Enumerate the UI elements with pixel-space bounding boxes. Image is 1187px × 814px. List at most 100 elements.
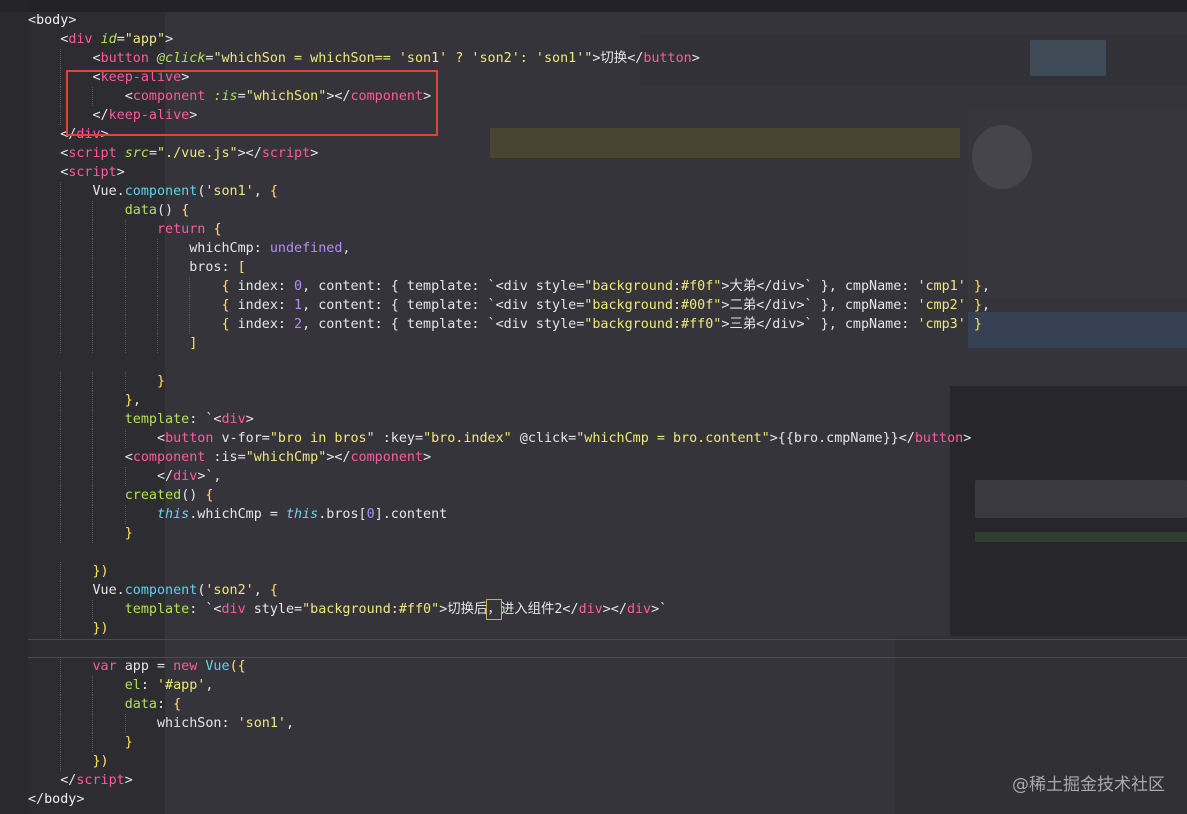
code-token: >三弟</div>` }, cmpName:	[721, 317, 918, 332]
code-token: component	[350, 450, 424, 465]
code-line[interactable]: { index: 0, content: { template: `<div s…	[28, 277, 990, 296]
code-token: ,	[981, 298, 990, 313]
code-token: "background:#f0f"	[584, 279, 722, 294]
code-token: body	[44, 792, 77, 807]
code-line[interactable]	[28, 638, 990, 657]
code-token: >	[124, 773, 133, 788]
code-token: >`	[651, 602, 668, 617]
code-token: id	[100, 32, 117, 47]
code-line[interactable]: <component :is="whichCmp"></component>	[28, 448, 990, 467]
indent-guide	[92, 429, 94, 448]
indent-guide	[92, 220, 94, 239]
code-line[interactable]: }	[28, 372, 990, 391]
code-token: div	[173, 469, 198, 484]
indent-guide	[60, 467, 62, 486]
code-line[interactable]	[28, 353, 990, 372]
code-line[interactable]: ]	[28, 334, 990, 353]
code-line[interactable]: }	[28, 733, 990, 752]
indent-guide	[60, 68, 62, 87]
code-line[interactable]: })	[28, 619, 990, 638]
code-line[interactable]: data() {	[28, 201, 990, 220]
indent-guide	[124, 505, 127, 524]
code-token: @click=	[511, 431, 577, 446]
code-line[interactable]: <button @click="whichSon = whichSon== 's…	[28, 49, 990, 68]
code-line[interactable]: data: {	[28, 695, 990, 714]
indent-guide	[124, 258, 127, 277]
code-token: [	[237, 260, 246, 275]
code-line[interactable]: bros: [	[28, 258, 990, 277]
code-line[interactable]: <button v-for="bro in bros" :key="bro.in…	[28, 429, 990, 448]
code-line[interactable]: </script>	[28, 771, 990, 790]
indent-guide	[124, 220, 127, 239]
indent-guide	[92, 486, 94, 505]
code-line[interactable]: Vue.component('son2', {	[28, 581, 990, 600]
code-token: </	[28, 792, 45, 807]
code-line[interactable]: return {	[28, 220, 990, 239]
indent-guide	[92, 410, 94, 429]
code-line[interactable]: <script>	[28, 163, 990, 182]
code-line[interactable]: </div>`,	[28, 467, 990, 486]
code-token: >	[691, 51, 700, 66]
code-line[interactable]: })	[28, 562, 990, 581]
code-token: template	[124, 602, 190, 617]
code-token: this	[157, 507, 190, 522]
indent-guide	[92, 201, 94, 220]
code-token: "background:#00f"	[584, 298, 722, 313]
code-token: this	[286, 507, 319, 522]
code-token: >	[68, 13, 77, 28]
code-token: >切换后	[439, 602, 488, 617]
code-token: var	[92, 659, 117, 674]
indent-guide	[60, 600, 62, 619]
code-line[interactable]: template: `<div>	[28, 410, 990, 429]
code-token: ,	[285, 716, 295, 731]
code-line[interactable]: },	[28, 391, 990, 410]
code-line[interactable]: template: `<div style="background:#ff0">…	[28, 599, 990, 620]
code-line[interactable]: <script src="./vue.js"></script>	[28, 144, 990, 163]
code-line[interactable]: created() {	[28, 486, 990, 505]
indent-guide	[60, 429, 62, 448]
indent-guide	[60, 220, 62, 239]
code-line[interactable]: whichSon: 'son1',	[28, 714, 990, 733]
indent-guide	[124, 714, 127, 733]
code-token: script	[261, 146, 311, 161]
code-line[interactable]: </body>	[28, 790, 990, 809]
code-line[interactable]: })	[28, 752, 990, 771]
code-token: >	[245, 412, 254, 427]
code-token: ></	[326, 450, 351, 465]
code-line[interactable]: <div id="app">	[28, 30, 990, 49]
code-token: >{{bro.cmpName}}</	[769, 431, 915, 446]
code-token: undefined	[269, 241, 343, 256]
indent-guide	[60, 676, 62, 695]
code-line[interactable]: Vue.component('son1', {	[28, 182, 990, 201]
indent-guide	[156, 315, 159, 334]
code-line[interactable]	[28, 543, 990, 562]
code-token: >	[76, 792, 85, 807]
code-token: : `<	[189, 602, 222, 617]
code-token: {	[221, 298, 230, 313]
code-line[interactable]: <body>	[28, 11, 990, 30]
code-line[interactable]: { index: 2, content: { template: `<div s…	[28, 315, 990, 334]
code-line[interactable]: var app = new Vue({	[28, 657, 990, 676]
code-token: "whichCmp = bro.content"	[576, 431, 770, 446]
indent-guide	[92, 600, 94, 619]
code-line[interactable]: el: '#app',	[28, 676, 990, 695]
code-line[interactable]: }	[28, 524, 990, 543]
code-token: script	[68, 165, 117, 180]
code-token: ({	[229, 659, 246, 674]
indent-guide	[60, 581, 62, 600]
indent-guide	[92, 315, 94, 334]
code-line[interactable]: this.whichCmp = this.bros[0].content	[28, 505, 990, 524]
code-token: data	[124, 697, 157, 712]
screenshot-root: <body> <div id="app"> <button @click="wh…	[0, 0, 1187, 814]
code-token: }	[973, 298, 982, 313]
code-token: }	[973, 317, 982, 332]
indent-guide	[92, 391, 94, 410]
code-line[interactable]: { index: 1, content: { template: `<div s…	[28, 296, 990, 315]
code-token: ,	[132, 393, 141, 408]
code-line[interactable]: whichCmp: undefined,	[28, 239, 990, 258]
